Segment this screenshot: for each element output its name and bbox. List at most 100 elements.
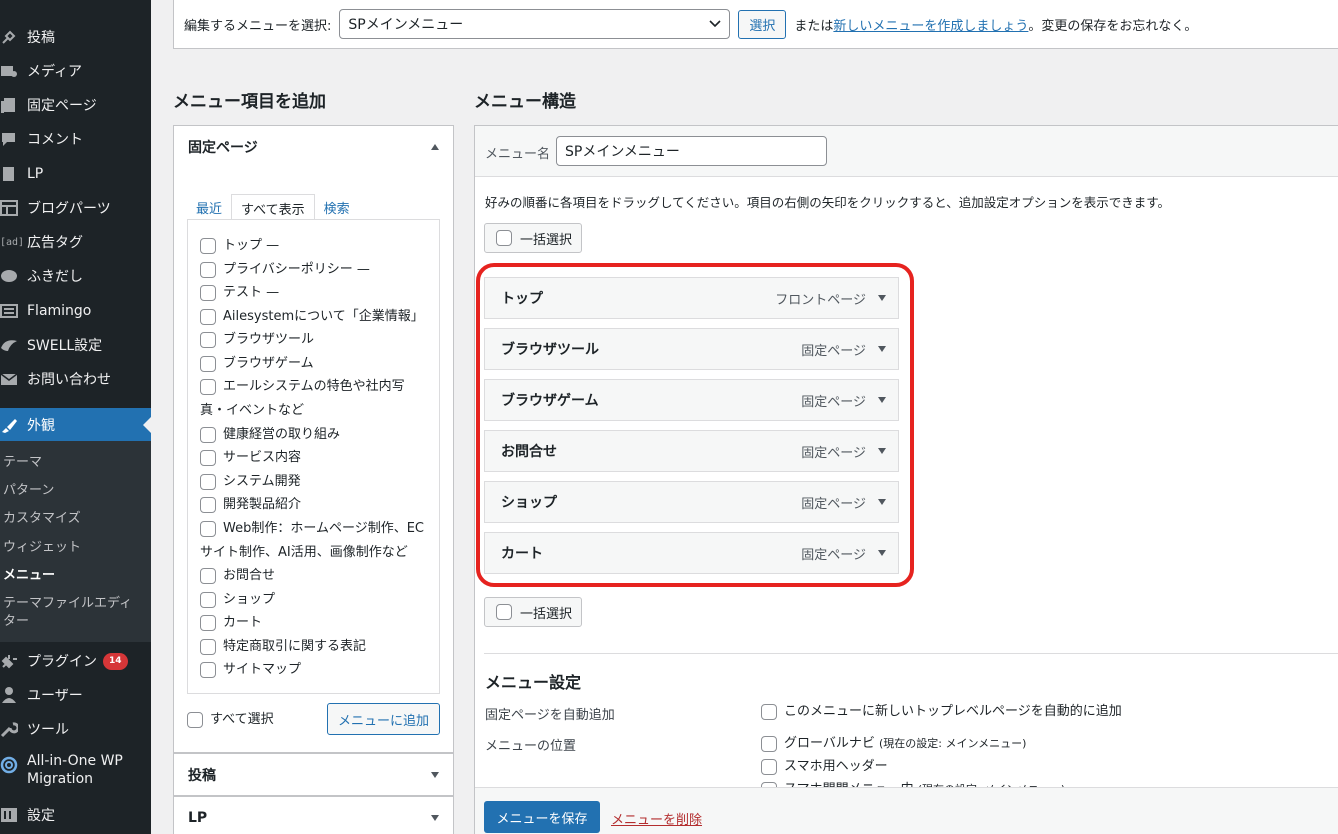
page-checkbox-item[interactable]: Web制作：ホームページ制作、EC (200, 517, 428, 541)
checkbox[interactable] (200, 662, 216, 678)
checkbox[interactable] (200, 615, 216, 631)
checkbox[interactable] (200, 474, 216, 490)
media-icon (0, 62, 22, 80)
page-checkbox-item[interactable]: サービス内容 (200, 446, 428, 470)
page-checkbox-item[interactable]: 健康経営の取り組み (200, 423, 428, 447)
divider (484, 653, 1338, 654)
sidebar-item-flamingo[interactable]: Flamingo (0, 294, 151, 328)
pages-accordion-header[interactable]: 固定ページ (174, 126, 453, 168)
posts-accordion-title: 投稿 (188, 768, 216, 784)
menu-select-dropdown[interactable]: SPメインメニュー (339, 9, 731, 39)
expand-arrow-icon[interactable] (878, 550, 886, 556)
checkbox[interactable] (200, 379, 216, 395)
menu-item-entry[interactable]: トップ フロントページ (484, 277, 899, 319)
checkbox[interactable] (496, 604, 512, 620)
checkbox[interactable] (200, 309, 216, 325)
sidebar-item-migration[interactable]: All-in-One WP Migration (0, 752, 151, 794)
menu-item-entry[interactable]: ブラウザゲーム 固定ページ (484, 379, 899, 421)
sidebar-item-swell[interactable]: SWELL設定 (0, 328, 151, 362)
checkbox[interactable] (200, 639, 216, 655)
location-option[interactable]: スマホ用ヘッダー (761, 755, 1261, 779)
checkbox[interactable] (761, 736, 777, 752)
bulk-select-bottom[interactable]: 一括選択 (484, 597, 582, 627)
sidebar-item-pages[interactable]: 固定ページ (0, 88, 151, 122)
menu-item-entry[interactable]: カート 固定ページ (484, 532, 899, 574)
sidebar-item-settings[interactable]: 設定 (0, 798, 151, 832)
checkbox[interactable] (200, 238, 216, 254)
sidebar-item-appearance[interactable]: 外観 (0, 408, 151, 442)
checkbox[interactable] (200, 427, 216, 443)
expand-arrow-icon (431, 772, 439, 778)
lp-accordion-header[interactable]: LP (174, 797, 453, 834)
submenu-themes[interactable]: テーマ (3, 454, 143, 472)
checkbox[interactable] (200, 450, 216, 466)
posts-accordion-header[interactable]: 投稿 (174, 754, 453, 796)
auto-add-pages-option[interactable]: このメニューに新しいトップレベルページを自動的に追加 (761, 700, 1261, 724)
sidebar-item-media[interactable]: メディア (0, 54, 151, 88)
checkbox[interactable] (200, 568, 216, 584)
page-checkbox-item[interactable]: テスト — (200, 281, 428, 305)
tab-recent[interactable]: 最近 (187, 194, 231, 220)
expand-arrow-icon[interactable] (878, 448, 886, 454)
menu-item-entry[interactable]: お問合せ 固定ページ (484, 430, 899, 472)
sidebar-item-users[interactable]: ユーザー (0, 678, 151, 712)
page-checkbox-item[interactable]: プライバシーポリシー — (200, 258, 428, 282)
checkbox[interactable] (200, 285, 216, 301)
pin-icon (0, 28, 22, 46)
checkbox[interactable] (761, 704, 777, 720)
tab-search[interactable]: 検索 (315, 194, 359, 220)
page-checkbox-item[interactable]: サイトマップ (200, 658, 428, 682)
page-checkbox-item[interactable]: カート (200, 611, 428, 635)
add-to-menu-button[interactable]: メニューに追加 (327, 703, 440, 735)
page-checkbox-item[interactable]: 開発製品紹介 (200, 493, 428, 517)
sidebar-item-tools[interactable]: ツール (0, 712, 151, 746)
expand-arrow-icon[interactable] (878, 397, 886, 403)
expand-arrow-icon[interactable] (878, 499, 886, 505)
submenu-customize[interactable]: カスタマイズ (3, 510, 143, 528)
select-menu-button[interactable]: 選択 (738, 9, 787, 39)
page-checkbox-item[interactable]: エールシステムの特色や社内写 (200, 375, 428, 399)
page-checkbox-item[interactable]: トップ — (200, 234, 428, 258)
sidebar-item-balloon[interactable]: ふきだし (0, 259, 151, 293)
sidebar-item-comments[interactable]: コメント (0, 122, 151, 156)
page-checkbox-item[interactable]: ブラウザツール (200, 328, 428, 352)
page-checkbox-item[interactable]: お問合せ (200, 564, 428, 588)
checkbox[interactable] (496, 230, 512, 246)
submenu-theme-file-editor[interactable]: テーマファイルエディター (3, 595, 138, 631)
menu-item-entry[interactable]: ショップ 固定ページ (484, 481, 899, 523)
sidebar-item-contact[interactable]: お問い合わせ (0, 362, 151, 396)
submenu-widgets[interactable]: ウィジェット (3, 539, 143, 557)
checkbox[interactable] (200, 262, 216, 278)
active-indicator (143, 417, 151, 433)
menu-item-entry[interactable]: ブラウザツール 固定ページ (484, 328, 899, 370)
checkbox[interactable] (200, 521, 216, 537)
checkbox[interactable] (200, 356, 216, 372)
submenu-patterns[interactable]: パターン (3, 482, 143, 500)
expand-arrow-icon[interactable] (878, 295, 886, 301)
page-checkbox-item[interactable]: ショップ (200, 588, 428, 612)
tab-view-all[interactable]: すべて表示 (231, 194, 315, 220)
save-menu-button[interactable]: メニューを保存 (484, 801, 600, 833)
grid-icon (0, 199, 22, 217)
menu-name-input[interactable]: SPメインメニュー (556, 136, 827, 166)
bulk-select-top[interactable]: 一括選択 (484, 223, 582, 253)
sidebar-item-blog-parts[interactable]: ブログパーツ (0, 191, 151, 225)
sidebar-item-lp[interactable]: LP (0, 157, 151, 191)
page-checkbox-item[interactable]: ブラウザゲーム (200, 352, 428, 376)
submenu-menus[interactable]: メニュー (3, 567, 143, 585)
page-checkbox-item[interactable]: システム開発 (200, 470, 428, 494)
page-checkbox-item[interactable]: 特定商取引に関する表記 (200, 635, 428, 659)
sidebar-item-ad-tags[interactable]: [ad] 広告タグ (0, 225, 151, 259)
sidebar-item-plugins[interactable]: プラグイン 14 (0, 644, 151, 678)
expand-arrow-icon[interactable] (878, 346, 886, 352)
checkbox[interactable] (761, 759, 777, 775)
checkbox[interactable] (200, 497, 216, 513)
checkbox[interactable] (200, 332, 216, 348)
delete-menu-link[interactable]: メニューを削除 (611, 809, 702, 828)
location-option[interactable]: グローバルナビ (現在の設定: メインメニュー) (761, 732, 1261, 756)
checkbox[interactable] (200, 592, 216, 608)
checkbox[interactable] (187, 712, 203, 728)
page-checkbox-item[interactable]: Ailesystemについて「企業情報」 (200, 305, 428, 329)
sidebar-item-posts[interactable]: 投稿 (0, 20, 151, 54)
create-new-menu-link[interactable]: 新しいメニューを作成しましょう (833, 15, 1028, 34)
